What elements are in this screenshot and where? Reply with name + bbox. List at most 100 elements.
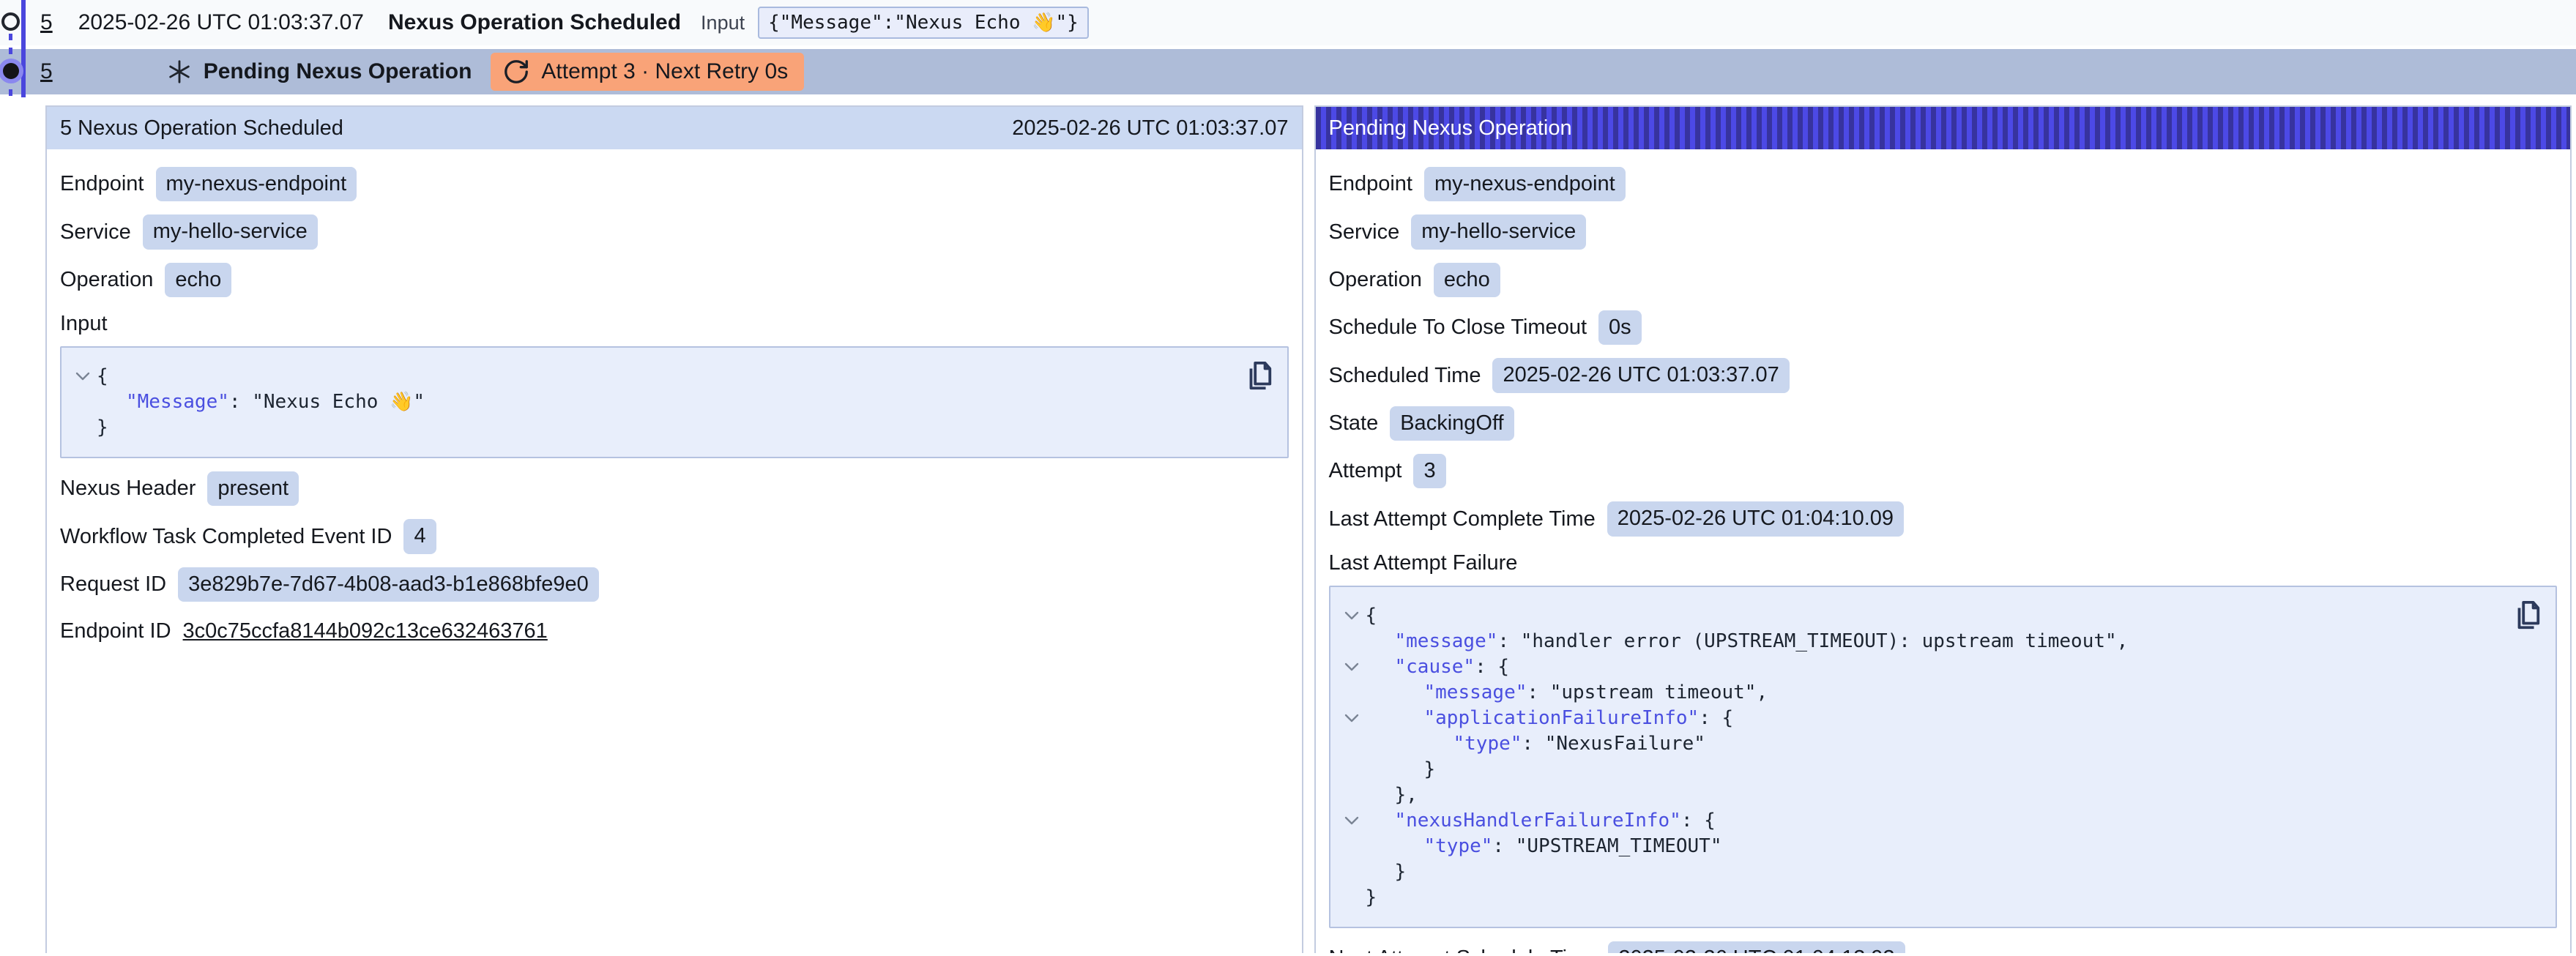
field-label: Endpoint ID: [60, 619, 171, 643]
collapse-chevron-icon[interactable]: [1338, 706, 1366, 731]
code-line: }: [1338, 885, 2498, 911]
left-panel-fields-secondary: Nexus Header present Workflow Task Compl…: [60, 471, 1289, 602]
code-gutter: [69, 415, 97, 441]
right-panel-title: Pending Nexus Operation: [1329, 116, 1572, 141]
right-panel-fields: Endpoint my-nexus-endpoint Service my-he…: [1329, 167, 2558, 537]
field-value-chip: 3: [1413, 454, 1445, 488]
field-label: Scheduled Time: [1329, 364, 1481, 388]
code-line: "type": "NexusFailure": [1338, 731, 2498, 757]
field-label: Next Attempt Schedule Time: [1329, 946, 1597, 953]
left-panel-timestamp: 2025-02-26 UTC 01:03:37.07: [1012, 116, 1288, 141]
detail-field: Service my-hello-service: [1329, 214, 2558, 249]
failure-json-block: {"message": "handler error (UPSTREAM_TIM…: [1329, 586, 2558, 928]
detail-field: Scheduled Time 2025-02-26 UTC 01:03:37.0…: [1329, 358, 2558, 392]
code-gutter: [1338, 731, 1366, 757]
next-attempt-schedule-time-field: Next Attempt Schedule Time 2025-02-26 UT…: [1329, 941, 2558, 953]
code-text: }: [1366, 885, 1377, 911]
input-value-badge: {"Message":"Nexus Echo 👋"}: [758, 7, 1089, 39]
right-panel-header: Pending Nexus Operation: [1316, 107, 2571, 149]
code-line: }: [1338, 859, 2498, 885]
collapse-chevron-icon[interactable]: [69, 364, 97, 389]
code-line: {: [69, 364, 1229, 389]
event-id-link[interactable]: 5: [40, 10, 53, 35]
code-line: }: [69, 415, 1229, 441]
field-value-chip: my-nexus-endpoint: [156, 167, 357, 201]
field-label: Workflow Task Completed Event ID: [60, 525, 392, 549]
event-row-pending-nexus-operation[interactable]: 5 Pending Nexus Operation Attempt 3 · Ne…: [0, 49, 2576, 94]
code-gutter: [1338, 859, 1366, 885]
detail-field: Request ID 3e829b7e-7d67-4b08-aad3-b1e86…: [60, 567, 1289, 602]
retry-attempt-badge[interactable]: Attempt 3 · Next Retry 0s: [491, 53, 804, 91]
field-label: Schedule To Close Timeout: [1329, 315, 1587, 340]
event-row-nexus-operation-scheduled[interactable]: 5 2025-02-26 UTC 01:03:37.07 Nexus Opera…: [0, 0, 2576, 45]
field-value-chip: 2025-02-26 UTC 01:03:37.07: [1492, 358, 1789, 392]
retry-icon: [502, 58, 530, 86]
failure-json-code: {"message": "handler error (UPSTREAM_TIM…: [1338, 603, 2498, 911]
input-json-code: {"Message": "Nexus Echo 👋"}: [69, 364, 1229, 441]
code-line: "nexusHandlerFailureInfo": {: [1338, 808, 2498, 834]
right-panel-body: Endpoint my-nexus-endpoint Service my-he…: [1316, 149, 2571, 953]
panel-nexus-operation-scheduled: 5 Nexus Operation Scheduled 2025-02-26 U…: [45, 105, 1303, 953]
detail-field: Operation echo: [60, 263, 1289, 297]
field-label: Service: [1329, 220, 1400, 244]
collapse-chevron-icon[interactable]: [1338, 808, 1366, 834]
asterisk-icon: [167, 59, 192, 84]
detail-field: Last Attempt Complete Time 2025-02-26 UT…: [1329, 501, 2558, 536]
timeline-line: [21, 0, 26, 97]
failure-section-label: Last Attempt Failure: [1329, 551, 2558, 575]
code-line: "message": "upstream timeout",: [1338, 680, 2498, 706]
detail-field: Endpoint my-nexus-endpoint: [1329, 167, 2558, 201]
event-id-link[interactable]: 5: [40, 59, 53, 84]
left-panel-title: 5 Nexus Operation Scheduled: [60, 116, 343, 141]
code-gutter: [1338, 629, 1366, 654]
timeline-node-filled-icon: [3, 63, 19, 79]
detail-field: Workflow Task Completed Event ID 4: [60, 519, 1289, 553]
field-value-chip: 0s: [1598, 310, 1642, 345]
event-detail-panels: 5 Nexus Operation Scheduled 2025-02-26 U…: [45, 105, 2572, 953]
field-label: Service: [60, 220, 131, 244]
field-value-chip: BackingOff: [1390, 406, 1514, 441]
code-line: },: [1338, 783, 2498, 808]
field-value-chip: echo: [1434, 263, 1500, 297]
copy-icon[interactable]: [2512, 599, 2542, 635]
field-label: Endpoint: [1329, 172, 1413, 196]
endpoint-id-link[interactable]: 3c0c75ccfa8144b092c13ce632463761: [183, 619, 548, 643]
code-text: "type": "UPSTREAM_TIMEOUT": [1366, 834, 1722, 859]
field-value-chip: 2025-02-26 UTC 01:04:10.09: [1607, 501, 1904, 536]
code-text: "Message": "Nexus Echo 👋": [97, 389, 425, 415]
code-text: {: [1366, 603, 1377, 629]
field-label: Endpoint: [60, 172, 144, 196]
code-gutter: [69, 389, 97, 415]
field-label: Operation: [1329, 268, 1422, 292]
field-label: Nexus Header: [60, 477, 196, 501]
left-panel-body: Endpoint my-nexus-endpoint Service my-he…: [47, 149, 1302, 674]
code-line: "Message": "Nexus Echo 👋": [69, 389, 1229, 415]
code-gutter: [1338, 885, 1366, 911]
detail-field: State BackingOff: [1329, 406, 2558, 441]
detail-field: Attempt 3: [1329, 454, 2558, 488]
code-gutter: [1338, 783, 1366, 808]
code-gutter: [1338, 757, 1366, 783]
code-text: }: [97, 415, 108, 441]
event-timeline-rail: [0, 0, 35, 97]
collapse-chevron-icon[interactable]: [1338, 603, 1366, 629]
field-label: Request ID: [60, 572, 166, 597]
field-value-chip: echo: [165, 263, 231, 297]
collapse-chevron-icon[interactable]: [1338, 654, 1366, 680]
field-value-chip: my-nexus-endpoint: [1424, 167, 1626, 201]
code-line: {: [1338, 603, 2498, 629]
field-value-chip: 2025-02-26 UTC 01:04:13.93: [1608, 941, 1905, 953]
code-line: }: [1338, 757, 2498, 783]
code-text: "nexusHandlerFailureInfo": {: [1366, 808, 1716, 834]
code-text: "message": "upstream timeout",: [1366, 680, 1768, 706]
field-value-chip: 4: [403, 519, 436, 553]
detail-field: Service my-hello-service: [60, 214, 1289, 249]
field-label: Last Attempt Complete Time: [1329, 507, 1596, 531]
detail-field: Endpoint my-nexus-endpoint: [60, 167, 1289, 201]
retry-badge-text: Attempt 3 · Next Retry 0s: [541, 59, 788, 84]
copy-icon[interactable]: [1243, 359, 1274, 395]
code-gutter: [1338, 834, 1366, 859]
field-label: Operation: [60, 268, 153, 292]
code-text: "applicationFailureInfo": {: [1366, 706, 1734, 731]
detail-field: Schedule To Close Timeout 0s: [1329, 310, 2558, 345]
